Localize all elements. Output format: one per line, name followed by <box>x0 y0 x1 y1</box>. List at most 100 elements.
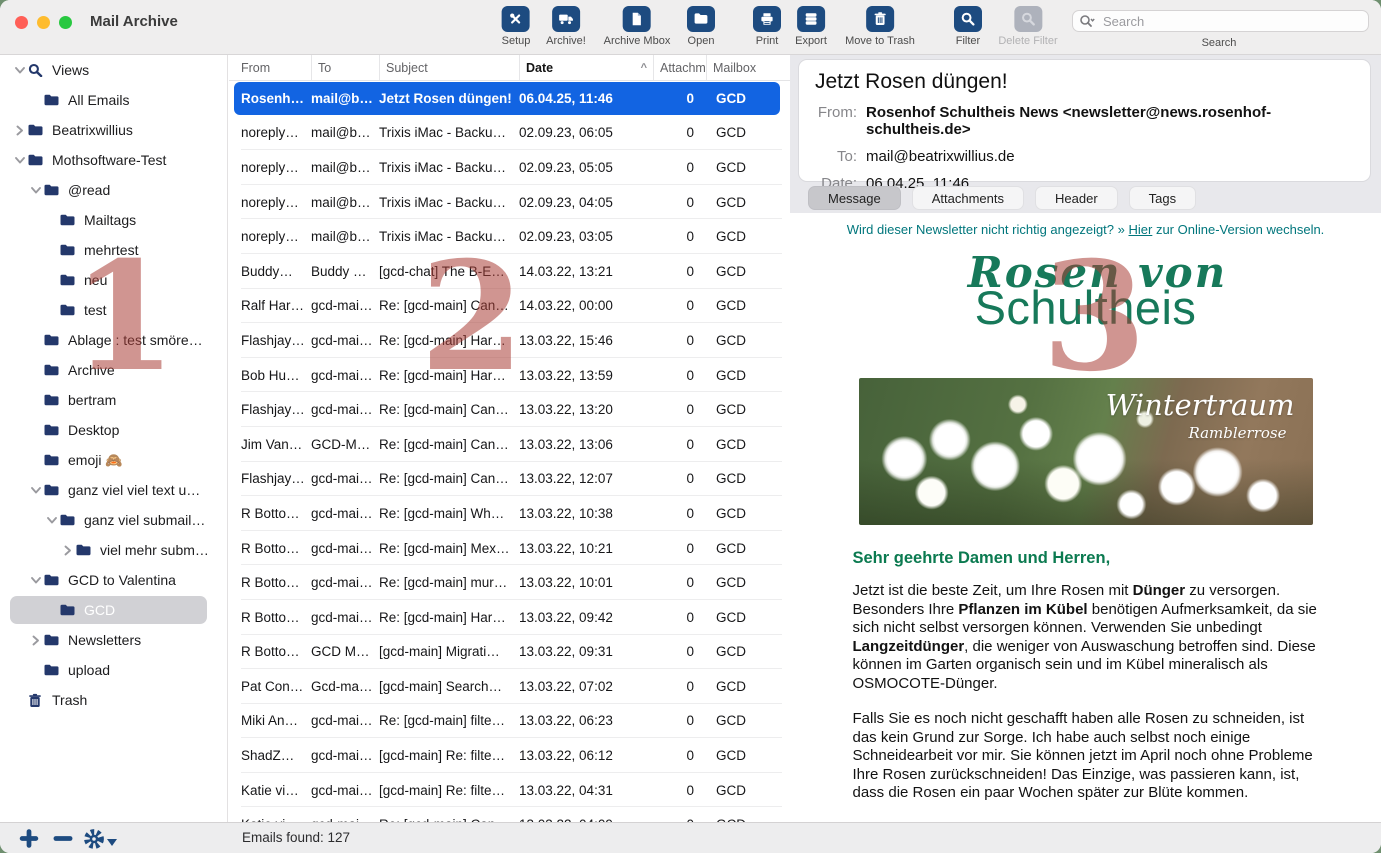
email-row[interactable]: noreply…mail@b…Trixis iMac - Backu…02.09… <box>229 150 790 185</box>
email-row[interactable]: Flashjay…gcd-mai…Re: [gcd-main] Can…13.0… <box>229 392 790 427</box>
minimize-window-button[interactable] <box>37 16 50 29</box>
sidebar-item-newsletters[interactable]: Newsletters <box>0 625 227 655</box>
email-row[interactable]: noreply…mail@b…Trixis iMac - Backu…02.09… <box>229 116 790 151</box>
email-row[interactable]: Flashjay…gcd-mai…Re: [gcd-main] Can…13.0… <box>229 462 790 497</box>
tab-attachments[interactable]: Attachments <box>912 186 1024 210</box>
sidebar-item-beatrixwillius[interactable]: Beatrixwillius <box>0 115 227 145</box>
column-header-attachm[interactable]: Attachm… <box>653 55 706 80</box>
sidebar-item-mehrtest[interactable]: mehrtest <box>0 235 227 265</box>
email-row[interactable]: R Botto…GCD Ma…[gcd-main] Migrati…13.03.… <box>229 635 790 670</box>
tab-tags[interactable]: Tags <box>1129 186 1196 210</box>
search-field <box>1072 10 1369 32</box>
zoom-window-button[interactable] <box>59 16 72 29</box>
column-header-to[interactable]: To <box>311 55 379 80</box>
logo-script-text: Rosen von <box>802 250 1381 296</box>
remove-folder-button[interactable] <box>52 830 74 852</box>
sidebar-item-gcd[interactable]: GCD <box>0 595 227 625</box>
search-input[interactable] <box>1072 10 1369 32</box>
email-row[interactable]: R Botto…gcd-mai…Re: [gcd-main] Wh…13.03.… <box>229 496 790 531</box>
email-row[interactable]: R Botto…gcd-mai…Re: [gcd-main] mur…13.03… <box>229 565 790 600</box>
open-button[interactable]: Open <box>687 6 715 47</box>
email-row[interactable]: Katie vi…gcd-mai…Re: [gcd-main] Can…13.0… <box>229 807 790 822</box>
cell-from: Buddy… <box>241 264 311 279</box>
email-row[interactable]: Jim Van…GCD-M…Re: [gcd-main] Can…13.03.2… <box>229 427 790 462</box>
email-row[interactable]: Pat Con…Gcd-ma…[gcd-main] Search…13.03.2… <box>229 669 790 704</box>
add-folder-button[interactable] <box>18 829 40 853</box>
cell-subject: Re: [gcd-main] Can… <box>379 471 519 486</box>
email-row[interactable]: Miki An…gcd-mai…Re: [gcd-main] filte…13.… <box>229 704 790 739</box>
column-header-from[interactable]: From <box>241 55 311 80</box>
chevron-down-icon[interactable] <box>28 185 43 196</box>
toolbar-item-label: Filter <box>954 35 982 47</box>
chevron-down-icon[interactable] <box>44 515 59 526</box>
email-row[interactable]: Buddy…Buddy L…[gcd-chat] The B-E…14.03.2… <box>229 254 790 289</box>
cell-mailbox: GCD <box>706 644 762 659</box>
sidebar-item-mailtags[interactable]: Mailtags <box>0 205 227 235</box>
tab-message[interactable]: Message <box>808 186 901 210</box>
folder-icon <box>59 513 77 527</box>
chevron-down-icon[interactable] <box>28 485 43 496</box>
column-header-subject[interactable]: Subject <box>379 55 519 80</box>
column-header-mailbox[interactable]: Mailbox <box>706 55 762 80</box>
cell-attachments: 0 <box>653 541 706 556</box>
search-icon <box>1079 14 1095 33</box>
email-row[interactable]: noreply…mail@b…Trixis iMac - Backu…02.09… <box>229 219 790 254</box>
sidebar-item-gcd-to-valentina[interactable]: GCD to Valentina <box>0 565 227 595</box>
email-row[interactable]: Bob Hu…gcd-mai…Re: [gcd-main] Har…13.03.… <box>229 358 790 393</box>
sidebar-item-desktop[interactable]: Desktop <box>0 415 227 445</box>
cell-mailbox: GCD <box>706 748 762 763</box>
email-row[interactable]: Katie vi…gcd-mai…[gcd-main] Re: filte…13… <box>229 773 790 808</box>
chevron-right-icon[interactable] <box>12 125 27 136</box>
chevron-down-icon[interactable] <box>12 155 27 166</box>
export-button[interactable]: Export <box>795 6 827 47</box>
chevron-down-icon[interactable] <box>28 575 43 586</box>
close-window-button[interactable] <box>15 16 28 29</box>
sidebar-item-bertram[interactable]: bertram <box>0 385 227 415</box>
sidebar-item-ganz-viel-submail[interactable]: ganz viel submail… <box>0 505 227 535</box>
cell-to: mail@b… <box>311 195 379 210</box>
archive-button[interactable]: Archive! <box>546 6 586 47</box>
cell-mailbox: GCD <box>706 610 762 625</box>
gear-action-button[interactable] <box>83 828 105 853</box>
email-row[interactable]: noreply…mail@b…Trixis iMac - Backu…02.09… <box>229 185 790 220</box>
folder-icon <box>59 603 77 617</box>
sidebar-item-neu[interactable]: neu <box>0 265 227 295</box>
sidebar-item-upload[interactable]: upload <box>0 655 227 685</box>
search-icon <box>27 63 45 77</box>
chevron-down-icon[interactable] <box>12 65 27 76</box>
sidebar-item-all-emails[interactable]: All Emails <box>0 85 227 115</box>
filter-button[interactable]: Filter <box>954 6 982 47</box>
column-header-label: Subject <box>386 61 428 75</box>
email-row[interactable]: R Botto…gcd-mai…Re: [gcd-main] Har…13.03… <box>229 600 790 635</box>
email-row[interactable]: R Botto…gcd-mai…Re: [gcd-main] Mex…13.03… <box>229 531 790 566</box>
sidebar-item-test[interactable]: test <box>0 295 227 325</box>
online-version-link[interactable]: Hier <box>1128 222 1152 237</box>
cell-attachments: 0 <box>653 229 706 244</box>
cell-attachments: 0 <box>653 125 706 140</box>
print-button[interactable]: Print <box>753 6 781 47</box>
setup-button[interactable]: Setup <box>502 6 531 47</box>
tab-header[interactable]: Header <box>1035 186 1118 210</box>
sidebar-item-viel-mehr-subm[interactable]: viel mehr subm… <box>0 535 227 565</box>
column-header-date[interactable]: Date^ <box>519 55 653 80</box>
cell-date: 14.03.22, 00:00 <box>519 298 653 313</box>
sidebar-item-views[interactable]: Views <box>0 55 227 85</box>
sidebar-item-archive[interactable]: Archive <box>0 355 227 385</box>
sidebar-item-read[interactable]: @read <box>0 175 227 205</box>
move-to-trash-button[interactable]: Move to Trash <box>845 6 915 47</box>
email-row[interactable]: ShadZ…gcd-mai…[gcd-main] Re: filte…13.03… <box>229 738 790 773</box>
cell-to: gcd-mai… <box>311 610 379 625</box>
email-row[interactable]: Flashjay…gcd-mai…Re: [gcd-main] Har…13.0… <box>229 323 790 358</box>
sidebar-item-mothsoftware-test[interactable]: Mothsoftware-Test <box>0 145 227 175</box>
cell-attachments: 0 <box>653 160 706 175</box>
email-row[interactable]: Rosenh…mail@b…Jetzt Rosen düngen!06.04.2… <box>229 81 790 116</box>
archive-mbox-button[interactable]: Archive Mbox <box>604 6 671 47</box>
gear-dropdown-caret-icon[interactable] <box>107 839 117 846</box>
chevron-right-icon[interactable] <box>28 635 43 646</box>
chevron-right-icon[interactable] <box>60 545 75 556</box>
sidebar-item-ganz-viel-viel-text-u[interactable]: ganz viel viel text u… <box>0 475 227 505</box>
sidebar-item-ablage-test-sm-re[interactable]: Ablage : test smöre… <box>0 325 227 355</box>
sidebar-item-emoji[interactable]: emoji 🙈 <box>0 445 227 475</box>
email-row[interactable]: Ralf Har…gcd-mai…Re: [gcd-main] Can…14.0… <box>229 289 790 324</box>
sidebar-item-trash[interactable]: Trash <box>0 685 227 715</box>
